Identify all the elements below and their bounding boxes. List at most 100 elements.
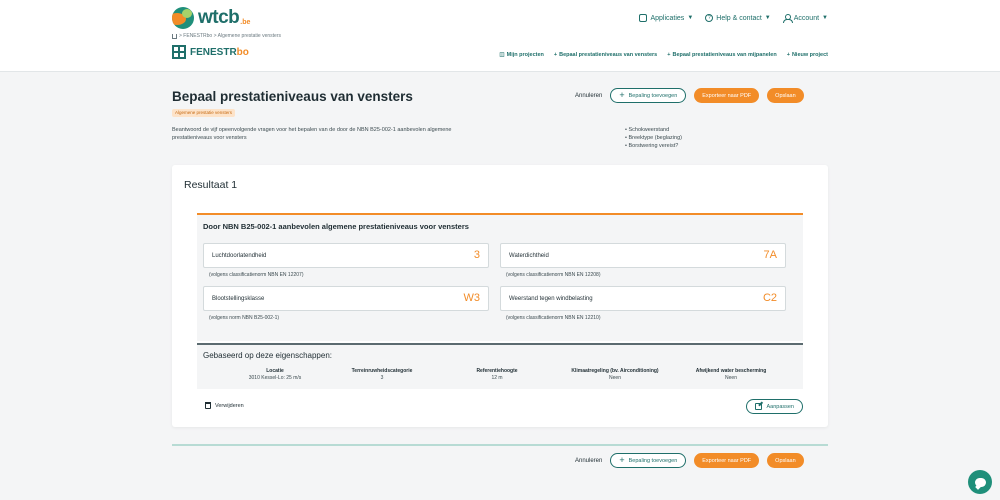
appnav-label: Bepaal prestatieniveaus van mijpanelen [672, 52, 777, 58]
help-icon: ? [705, 14, 714, 22]
globe-icon [172, 7, 194, 29]
chat-button[interactable] [968, 470, 992, 494]
app-name-main: FENESTR [190, 46, 237, 58]
appnav-nieuw-project[interactable]: + Nieuw project [787, 52, 828, 58]
plus-icon: + [786, 52, 790, 58]
result-note: (volgens norm NBN B25-002-1) [209, 315, 280, 321]
edit-icon [755, 403, 763, 410]
performance-levels-title: Door NBN B25-002-1 aanbevolen algemene p… [203, 222, 469, 231]
result-value: C2 [762, 292, 777, 304]
question-item: • Borstwering vereist? [625, 143, 679, 149]
top-actions: Annuleren + Bepaling toevoegen Exporteer… [575, 88, 804, 103]
result-note: (volgens classificatienorm NBN EN 12208) [506, 272, 601, 278]
topnav-help[interactable]: ? Help & contact ▼ [705, 14, 771, 22]
property-value: 3010 Kessel-Lo: 25 m/s [248, 375, 302, 381]
edit-label: Aanpassen [766, 403, 794, 410]
question-label: Breektype (beglazing) [628, 135, 682, 141]
breadcrumb: > FENESTRbo > Algemene prestatie venster… [172, 33, 281, 39]
result-value: 7A [763, 249, 777, 261]
app-navigation: ◫ Mijn projecten + Bepaal prestatienivea… [499, 52, 828, 58]
property-item: Locatie 3010 Kessel-Lo: 25 m/s [216, 368, 334, 381]
property-label: Terreinruwheidscategorie [351, 368, 413, 374]
appnav-label: Bepaal prestatieniveaus van vensters [559, 52, 658, 58]
fenestrbo-logo[interactable]: FENESTRbo [172, 45, 249, 59]
page-title: Bepaal prestatieniveaus van vensters [172, 89, 413, 104]
export-pdf-button[interactable]: Exporteer naar PDF [694, 88, 760, 103]
chevron-down-icon: ▼ [822, 15, 828, 21]
result-windbelasting: Weerstand tegen windbelasting C2 [500, 286, 786, 311]
delete-label: Verwijderen [215, 402, 244, 409]
intro-text: Beantwoord de vijf opeenvolgende vragen … [172, 127, 452, 141]
result-value: 3 [473, 249, 480, 261]
add-determination-label: Bepaling toevoegen [628, 92, 678, 99]
result-card: Resultaat 1 Door NBN B25-002-1 aanbevole… [172, 165, 828, 427]
add-determination-button[interactable]: + Bepaling toevoegen [610, 88, 687, 103]
plus-icon: + [619, 90, 625, 100]
app-header: > FENESTRbo > Algemene prestatie venster… [0, 30, 1000, 72]
divider [172, 444, 828, 446]
bottom-actions: Annuleren + Bepaling toevoegen Exporteer… [575, 453, 804, 468]
appnav-label: Nieuw project [791, 52, 828, 58]
appnav-mijn-projecten[interactable]: ◫ Mijn projecten [499, 52, 543, 58]
delete-button[interactable]: Verwijderen [205, 402, 244, 409]
app-name-suffix: bo [236, 46, 249, 58]
page-tag: Algemene prestatie vensters [172, 109, 236, 117]
topnav-applicaties[interactable]: Applicaties ▼ [639, 14, 693, 22]
question-label: Schokweerstand [628, 127, 670, 133]
result-label: Blootstellingsklasse [212, 296, 265, 302]
export-pdf-button[interactable]: Exporteer naar PDF [694, 453, 760, 468]
home-icon[interactable] [172, 33, 177, 39]
question-label: Borstwering vereist? [628, 143, 679, 149]
chevron-down-icon: ▼ [687, 15, 694, 21]
plus-icon: + [553, 52, 558, 58]
question-item: • Breektype (beglazing) [625, 135, 682, 141]
property-label: Locatie [266, 368, 284, 374]
chevron-down-icon: ▼ [764, 15, 771, 21]
user-icon [782, 14, 793, 23]
question-item: • Schokweerstand [625, 127, 670, 133]
appnav-label: Mijn projecten [506, 52, 544, 58]
save-button[interactable]: Opslaan [767, 88, 804, 103]
question-list: • Schokweerstand • Breektype (beglazing)… [625, 126, 682, 150]
property-label: Klimaatregeling (bv. Airconditioning) [571, 368, 659, 374]
property-item: Terreinruwheidscategorie 3 [323, 368, 441, 381]
topnav-label: Help & contact [716, 14, 762, 22]
topnav-account[interactable]: Account ▼ [782, 14, 828, 23]
property-item: Referentiehoogte 12 m [438, 368, 556, 381]
logo-suffix: .be [240, 18, 251, 26]
top-navigation: Applicaties ▼ ? Help & contact ▼ Account… [639, 14, 828, 23]
result-label: Waterdichtheid [509, 253, 549, 259]
app-name: FENESTRbo [190, 47, 249, 58]
property-value: Neen [609, 375, 621, 381]
trash-icon [205, 402, 211, 409]
result-blootstellingsklasse: Blootstellingsklasse W3 [203, 286, 489, 311]
properties-panel: Gebaseerd op deze eigenschappen: Locatie… [197, 343, 803, 389]
wtcb-logo[interactable]: wtcb .be [172, 5, 250, 31]
add-determination-label: Bepaling toevoegen [628, 457, 678, 464]
properties-title: Gebaseerd op deze eigenschappen: [203, 351, 332, 360]
grid-icon [639, 14, 648, 22]
edit-button[interactable]: Aanpassen [746, 399, 803, 414]
result-label: Weerstand tegen windbelasting [509, 296, 593, 302]
result-title: Resultaat 1 [184, 179, 238, 191]
topnav-label: Applicaties [650, 14, 685, 22]
performance-levels-panel: Door NBN B25-002-1 aanbevolen algemene p… [197, 213, 803, 341]
result-note: (volgens classificatienorm NBN EN 12210) [506, 315, 601, 321]
result-luchtdoorlatendheid: Luchtdoorlatendheid 3 [203, 243, 489, 268]
chat-icon [974, 477, 986, 487]
add-determination-button[interactable]: + Bepaling toevoegen [610, 453, 687, 468]
plus-icon: + [667, 52, 671, 58]
window-icon [172, 45, 186, 59]
property-value: Neen [725, 375, 737, 381]
breadcrumb-trail[interactable]: > FENESTRbo > Algemene prestatie venster… [179, 33, 281, 39]
appnav-vensters[interactable]: + Bepaal prestatieniveaus van vensters [554, 52, 657, 58]
property-label: Afwijkend water bescherming [695, 368, 767, 374]
appnav-mijpanelen[interactable]: + Bepaal prestatieniveaus van mijpanelen [667, 52, 776, 58]
result-note: (volgens classificatienorm NBN EN 12207) [209, 272, 304, 278]
layers-icon: ◫ [499, 52, 505, 58]
result-waterdichtheid: Waterdichtheid 7A [500, 243, 786, 268]
save-button[interactable]: Opslaan [767, 453, 804, 468]
cancel-button[interactable]: Annuleren [575, 93, 602, 99]
plus-icon: + [619, 455, 625, 465]
cancel-button[interactable]: Annuleren [575, 458, 602, 464]
